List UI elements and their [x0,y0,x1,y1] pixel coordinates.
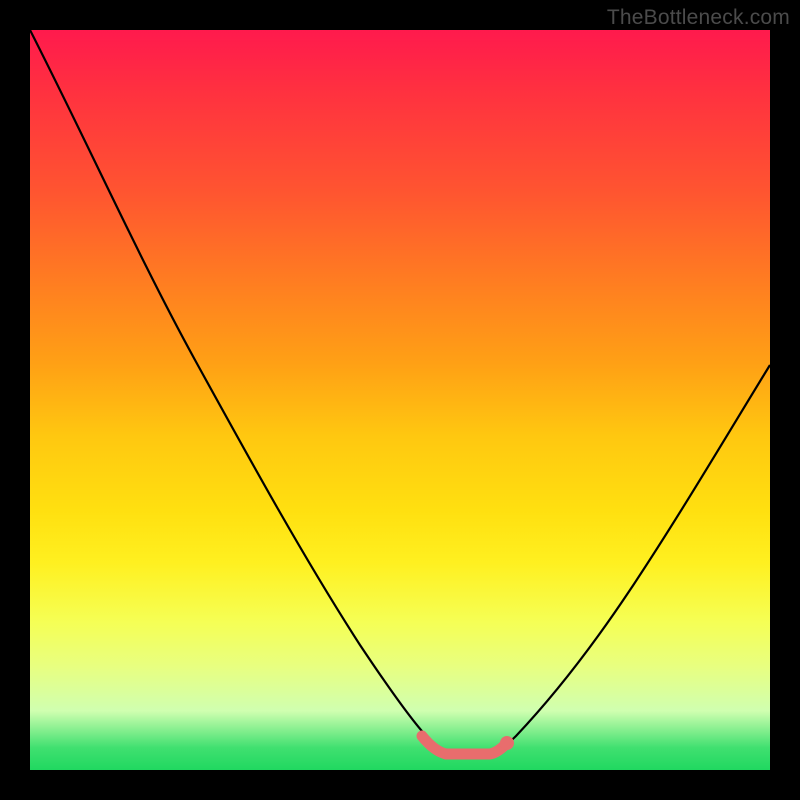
plot-area [30,30,770,770]
highlight-segment [422,736,506,754]
highlight-end-dot [500,736,514,750]
chart-canvas: TheBottleneck.com [0,0,800,800]
watermark-text: TheBottleneck.com [607,6,790,30]
curve-svg [30,30,770,770]
bottleneck-curve [30,30,770,754]
